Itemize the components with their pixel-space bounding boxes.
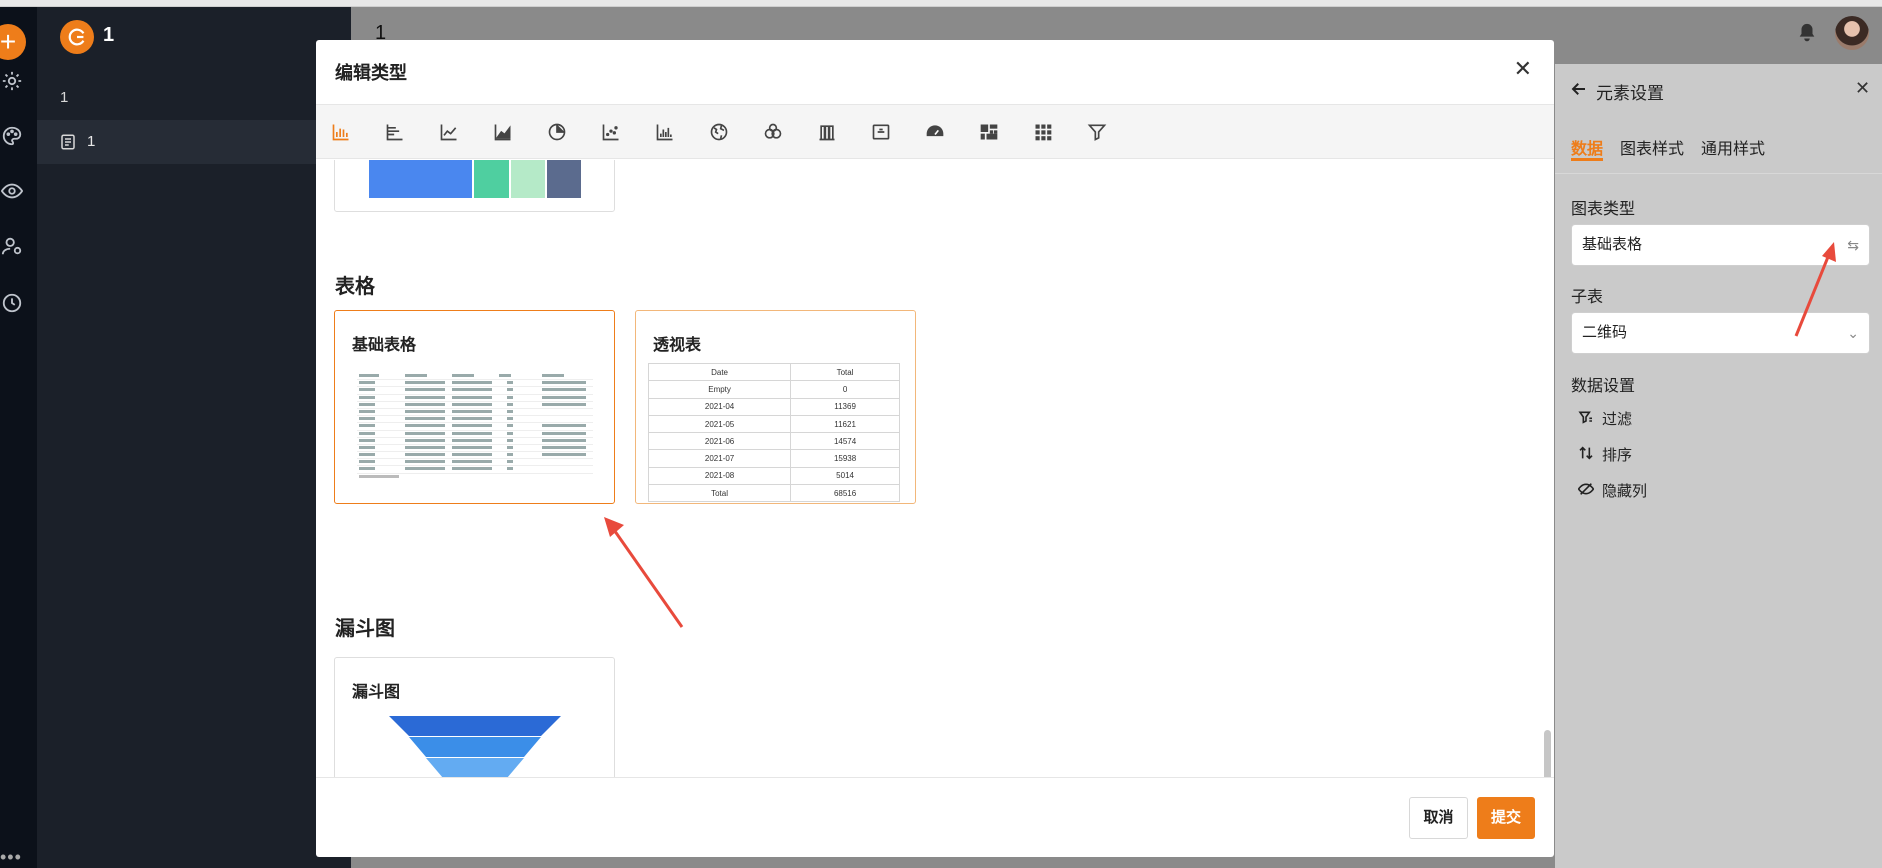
map-globe-icon[interactable] bbox=[706, 119, 732, 145]
nav-item-label: 1 bbox=[87, 133, 96, 150]
funnel-preview bbox=[389, 716, 561, 777]
basic-table-card[interactable]: 基础表格 bbox=[334, 310, 615, 504]
gauge-icon[interactable] bbox=[922, 119, 948, 145]
document-icon bbox=[59, 133, 77, 156]
treemap-card[interactable] bbox=[334, 160, 615, 212]
more-dots-icon[interactable]: ••• bbox=[0, 847, 22, 868]
sort-icon bbox=[1578, 445, 1594, 465]
app-name: 1 bbox=[103, 24, 115, 46]
table-grid-icon[interactable] bbox=[1030, 119, 1056, 145]
bar-chart-icon[interactable] bbox=[328, 119, 354, 145]
add-icon[interactable]: + bbox=[0, 24, 26, 60]
chevron-down-icon: ⌄ bbox=[1847, 325, 1859, 341]
annotation-arrow bbox=[604, 517, 684, 628]
subtable-label: 子表 bbox=[1571, 289, 1604, 306]
swap-icon[interactable]: ⇆ bbox=[1847, 225, 1859, 265]
radar-chart-icon[interactable] bbox=[760, 119, 786, 145]
card-title: 透视表 bbox=[653, 337, 702, 354]
tab-general-style[interactable]: 通用样式 bbox=[1701, 135, 1765, 159]
cancel-button[interactable]: 取消 bbox=[1409, 797, 1468, 839]
chart-type-value: 基础表格 bbox=[1582, 236, 1643, 253]
icon-rail: + ••• bbox=[0, 7, 37, 868]
palette-icon[interactable] bbox=[0, 122, 26, 150]
pivot-table-card[interactable]: 透视表 Date Total Empty 0 2021-04 11369 2021-0… bbox=[635, 310, 916, 504]
treemap-icon[interactable] bbox=[976, 119, 1002, 145]
bell-icon[interactable] bbox=[1796, 22, 1818, 49]
column-grid-icon[interactable] bbox=[814, 119, 840, 145]
modal-scroll-body[interactable]: 表格 基础表格 透视表 Date Total Empty 0 2021-04 1… bbox=[316, 160, 1554, 777]
close-icon[interactable]: ✕ bbox=[1855, 78, 1870, 99]
active-tab-underline bbox=[1571, 158, 1603, 161]
eye-icon[interactable] bbox=[0, 177, 26, 205]
user-settings-icon[interactable] bbox=[0, 232, 26, 260]
eye-off-icon bbox=[1577, 481, 1595, 501]
app-logo-icon bbox=[60, 20, 94, 54]
card-title: 基础表格 bbox=[352, 337, 417, 354]
subtable-value: 二维码 bbox=[1582, 324, 1628, 341]
funnel-card[interactable]: 漏斗图 bbox=[334, 657, 615, 777]
left-nav: 1 1 1 bbox=[37, 7, 351, 868]
line-chart-icon[interactable] bbox=[436, 119, 462, 145]
divider bbox=[1555, 173, 1882, 174]
data-settings-label: 数据设置 bbox=[1571, 378, 1636, 395]
annotation-arrow bbox=[1794, 242, 1836, 337]
chart-type-toolbar bbox=[316, 104, 1554, 159]
area-chart-icon[interactable] bbox=[490, 119, 516, 145]
modal-close-icon[interactable]: ✕ bbox=[1514, 56, 1532, 82]
sort-option[interactable]: 排序 bbox=[1578, 444, 1632, 465]
browser-top-edge bbox=[0, 0, 1882, 7]
basic-table-preview bbox=[357, 373, 593, 481]
card-title: 漏斗图 bbox=[352, 684, 401, 701]
pivot-table-preview: Date Total Empty 0 2021-04 11369 2021-05 116… bbox=[647, 362, 900, 503]
history-icon[interactable] bbox=[0, 289, 26, 317]
treemap-preview bbox=[369, 160, 581, 198]
modal-footer bbox=[316, 777, 1554, 857]
edit-type-modal: 编辑类型 ✕ 表格 基础表格 透视表 Date Total Empty 0 20… bbox=[316, 40, 1554, 857]
scrollbar-thumb[interactable] bbox=[1544, 730, 1551, 777]
panel-title: 元素设置 bbox=[1596, 84, 1664, 103]
hide-columns-option[interactable]: 隐藏列 bbox=[1577, 480, 1647, 501]
modal-title: 编辑类型 bbox=[335, 63, 407, 83]
filter-icon bbox=[1578, 409, 1594, 429]
submit-button[interactable]: 提交 bbox=[1477, 797, 1535, 839]
tab-chart-style[interactable]: 图表样式 bbox=[1620, 135, 1684, 159]
nav-item-active[interactable]: 1 bbox=[37, 120, 351, 164]
right-settings-panel bbox=[1555, 64, 1882, 868]
metric-card-icon[interactable] bbox=[868, 119, 894, 145]
horizontal-bar-icon[interactable] bbox=[382, 119, 408, 145]
histogram-icon[interactable] bbox=[652, 119, 678, 145]
section-title-table: 表格 bbox=[335, 276, 375, 298]
settings-icon[interactable] bbox=[0, 67, 26, 95]
nav-item[interactable]: 1 bbox=[60, 89, 68, 106]
chart-type-label: 图表类型 bbox=[1571, 201, 1636, 218]
tab-data[interactable]: 数据 bbox=[1571, 135, 1603, 159]
back-arrow-icon[interactable] bbox=[1570, 80, 1588, 103]
avatar[interactable] bbox=[1835, 16, 1869, 50]
scatter-chart-icon[interactable] bbox=[598, 119, 624, 145]
filter-option[interactable]: 过滤 bbox=[1578, 408, 1632, 429]
pie-chart-icon[interactable] bbox=[544, 119, 570, 145]
section-title-funnel: 漏斗图 bbox=[335, 618, 395, 640]
funnel-icon[interactable] bbox=[1084, 119, 1110, 145]
